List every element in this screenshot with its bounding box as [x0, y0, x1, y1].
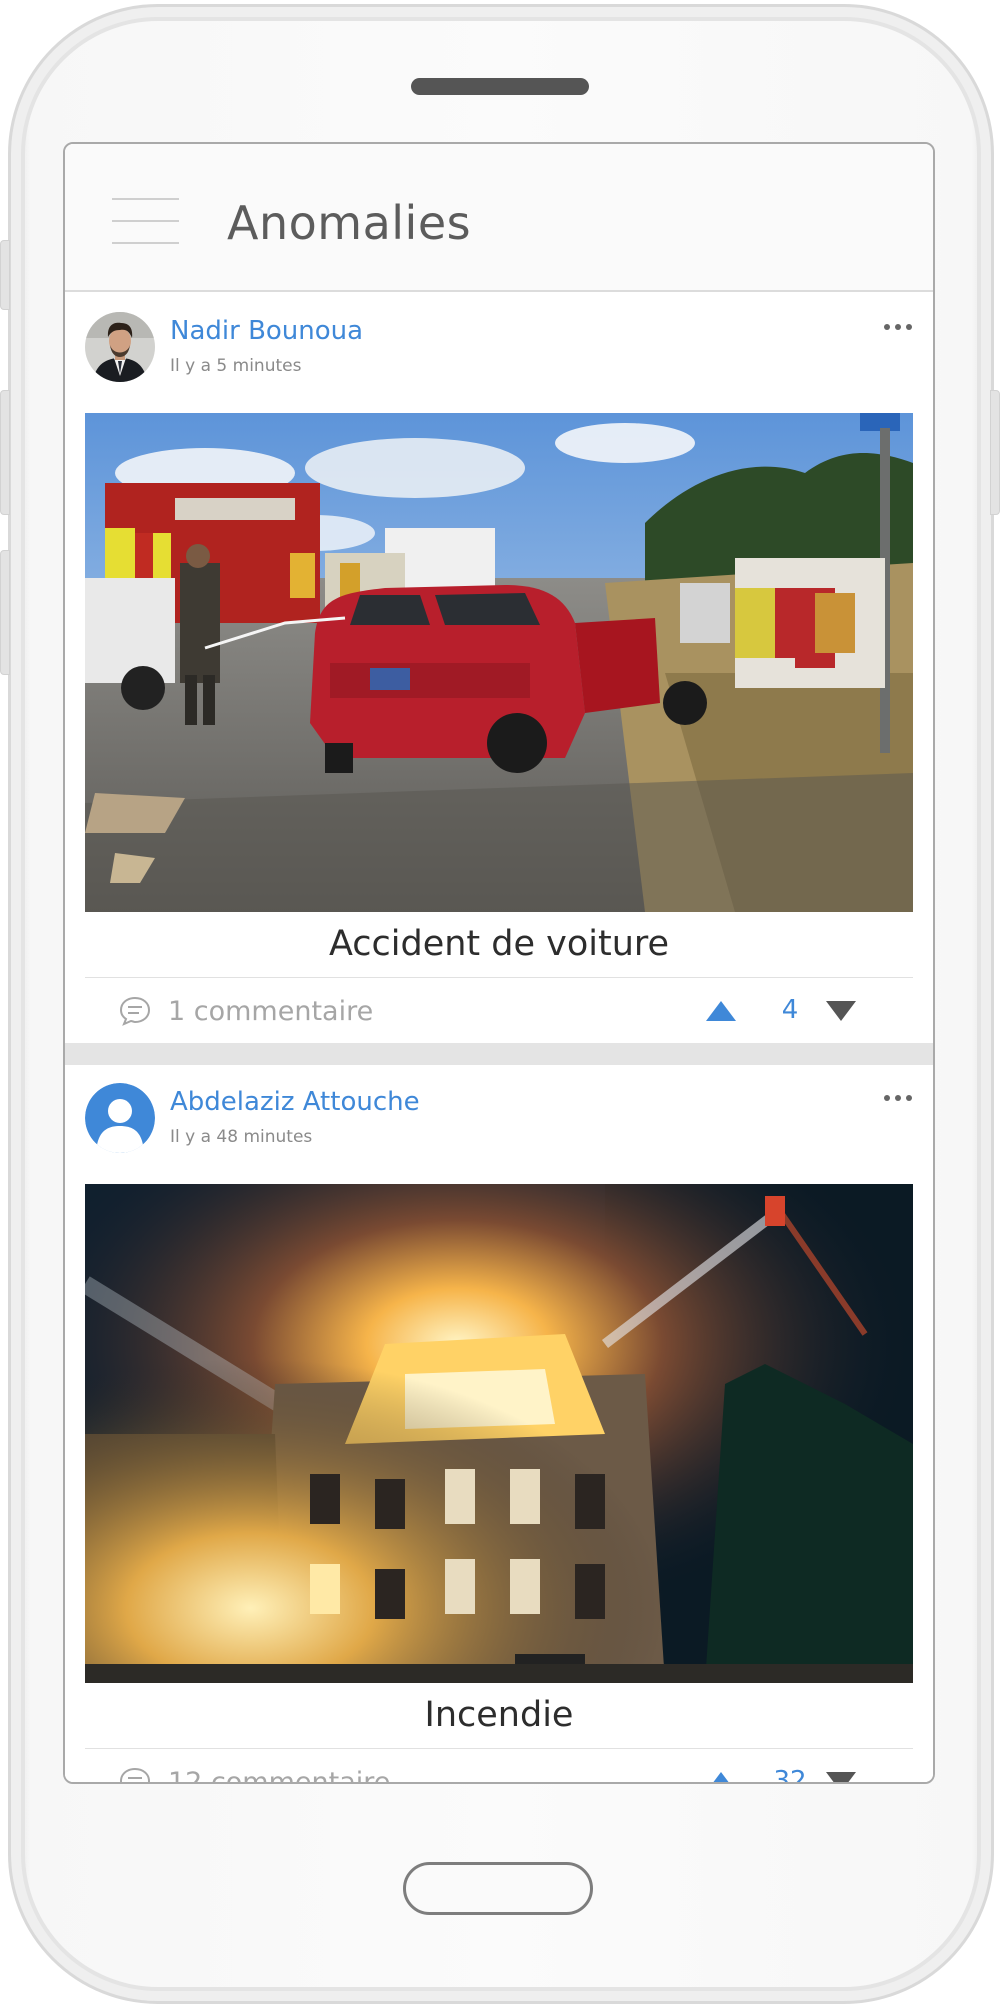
- phone-volume-down-button: [0, 550, 10, 675]
- comment-icon[interactable]: [119, 1767, 151, 1784]
- app-screen: Anomalies Nadir Bounoua Il y a 5 minutes…: [63, 142, 935, 1784]
- more-options-icon[interactable]: [883, 322, 913, 332]
- post-feed[interactable]: Nadir Bounoua Il y a 5 minutes Accident …: [65, 294, 933, 1784]
- author-name[interactable]: Nadir Bounoua: [170, 316, 363, 346]
- home-button[interactable]: [403, 1862, 593, 1915]
- author-name[interactable]: Abdelaziz Attouche: [170, 1087, 420, 1117]
- phone-volume-up-button: [0, 390, 10, 515]
- default-user-avatar-icon[interactable]: [85, 1083, 155, 1153]
- comment-icon[interactable]: [119, 996, 151, 1026]
- hamburger-menu-icon[interactable]: [112, 198, 179, 244]
- upvote-arrow-icon[interactable]: [705, 1000, 737, 1022]
- app-header: Anomalies: [65, 144, 933, 292]
- downvote-arrow-icon[interactable]: [825, 1771, 857, 1784]
- post-footer-divider: [85, 977, 913, 978]
- page-title: Anomalies: [227, 196, 472, 250]
- building-fire-photo[interactable]: [85, 1184, 913, 1683]
- avatar[interactable]: [85, 312, 155, 382]
- comment-count[interactable]: 12 commentaire: [168, 1767, 390, 1782]
- post-card: Abdelaziz Attouche Il y a 48 minutes Inc…: [65, 1065, 933, 1784]
- downvote-arrow-icon[interactable]: [825, 1000, 857, 1022]
- post-footer-divider: [85, 1748, 913, 1749]
- car-accident-photo[interactable]: [85, 413, 913, 912]
- post-separator: [65, 1043, 933, 1065]
- post-title: Accident de voiture: [328, 924, 670, 964]
- phone-side-button: [0, 240, 10, 310]
- vote-count: 32: [773, 1766, 807, 1784]
- post-timestamp: Il y a 48 minutes: [170, 1127, 313, 1147]
- phone-speaker: [411, 78, 589, 95]
- comment-count[interactable]: 1 commentaire: [168, 996, 373, 1027]
- post-timestamp: Il y a 5 minutes: [170, 356, 302, 376]
- post-card: Nadir Bounoua Il y a 5 minutes Accident …: [65, 294, 933, 1043]
- vote-count: 4: [781, 995, 799, 1025]
- more-options-icon[interactable]: [883, 1093, 913, 1103]
- phone-power-button: [990, 390, 1000, 515]
- upvote-arrow-icon[interactable]: [705, 1771, 737, 1784]
- post-title: Incendie: [424, 1695, 574, 1735]
